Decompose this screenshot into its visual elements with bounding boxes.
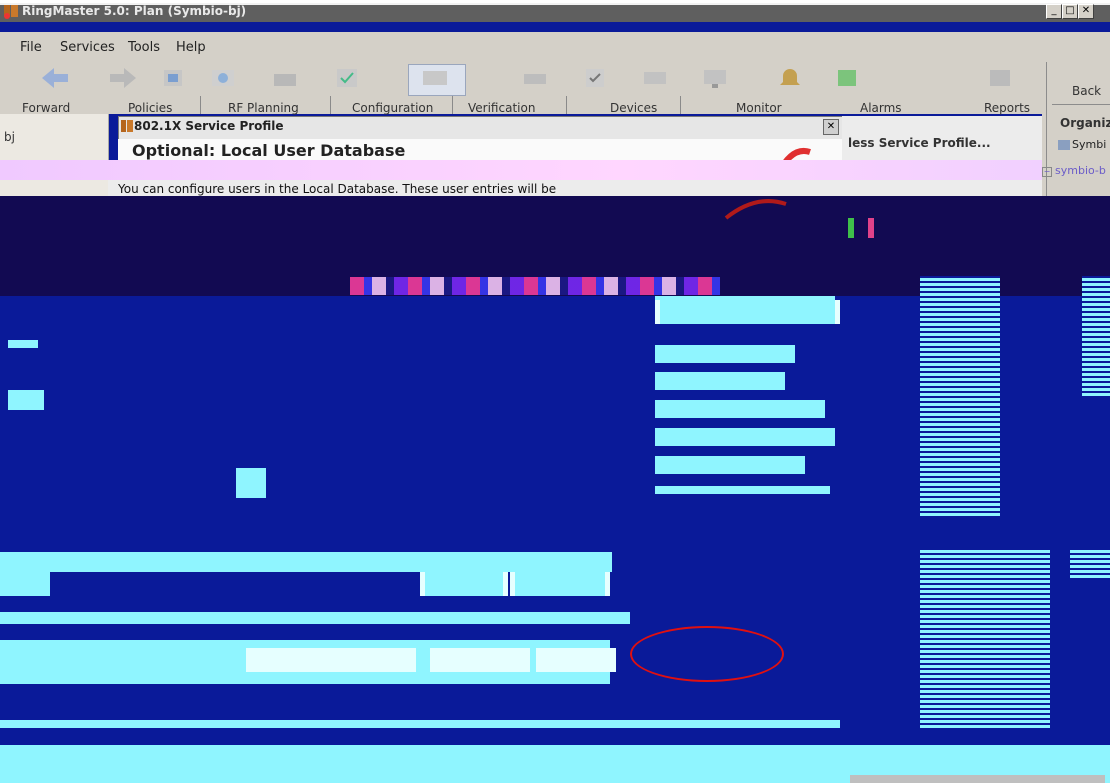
reports-icon[interactable] [985,66,1015,90]
corrupted-tree [1070,548,1110,578]
panel-divider [1052,104,1110,105]
devices-icon[interactable] [520,66,550,90]
back-button[interactable]: Back [1072,84,1101,98]
corrupted-tree [1082,276,1110,396]
corrupted-button[interactable] [536,648,616,672]
tree-root-symbio[interactable]: Symbi [1058,138,1106,151]
toolbar-verification-label[interactable]: Verification [468,101,535,115]
toolbar-separator [200,96,201,114]
glitch-artifact [848,218,854,238]
corrupted-row [655,456,805,474]
map-icon[interactable] [420,66,450,90]
toolbar-alarms-label[interactable]: Alarms [860,101,902,115]
dialog-heading: Optional: Local User Database [132,141,406,160]
maximize-button[interactable]: □ [1062,4,1078,19]
toolbar-monitor-label[interactable]: Monitor [736,101,782,115]
annotation-ellipse [630,626,784,682]
status-progress [850,775,1105,783]
tree-child-label: symbio-b [1055,164,1106,177]
menu-help[interactable]: Help [176,40,206,55]
corrupted-field[interactable] [655,300,840,324]
forward-arrow-icon[interactable] [108,66,138,90]
menu-services[interactable]: Services [60,40,115,55]
corrupted-strip [0,160,1042,180]
glitch-artifact-row [350,277,720,295]
toolbar-configuration-label[interactable]: Configuration [352,101,433,115]
policies-icon[interactable] [158,66,188,90]
toolbar-separator [452,96,453,114]
corrupted-row [655,428,835,446]
glitch-artifact [868,218,874,238]
alarms-icon[interactable] [832,66,862,90]
corrupted-button[interactable] [420,572,508,596]
alarm-bell-icon[interactable] [775,66,805,90]
toolbar-rf-planning-label[interactable]: RF Planning [228,101,299,115]
minimize-button[interactable]: _ [1046,4,1062,19]
toolbar-separator [680,96,681,114]
corrupted-button[interactable] [246,648,416,672]
organization-heading: Organiz [1060,116,1110,130]
rf-planning-icon[interactable] [208,66,238,90]
toolbar-separator [330,96,331,114]
red-swoosh-artifact [720,192,810,222]
corrupted-row [0,612,630,624]
dialog-title: 802.1X Service Profile [134,119,284,133]
corrupted-button[interactable] [430,648,530,672]
menu-bar [0,32,1110,62]
ringmaster-app-icon [3,3,19,19]
corrupted-row [8,340,38,348]
toolbar-devices-label[interactable]: Devices [610,101,657,115]
corrupted-row [0,552,612,572]
toolbar-forward-label[interactable]: Forward [22,101,70,115]
window-title: RingMaster 5.0: Plan (Symbio-bj) [22,4,247,18]
corrupted-tree [920,276,1000,516]
tree-child-symbio-b[interactable]: − symbio-b [1042,164,1106,177]
back-arrow-icon[interactable] [40,66,70,90]
corrupted-row [8,390,44,410]
left-navigation: bj [0,114,109,196]
menu-tools[interactable]: Tools [128,40,160,55]
configuration-icon[interactable] [270,66,300,90]
dialog-close-button[interactable]: ✕ [823,119,839,135]
building-icon [1058,140,1070,150]
corrupted-row [655,345,795,363]
menu-file[interactable]: File [20,40,42,55]
corrupted-row [655,372,785,390]
dialog-description: You can configure users in the Local Dat… [118,182,557,196]
corrupted-row [0,572,50,596]
nav-item-1[interactable]: bj [4,130,15,144]
collapse-toggle-icon[interactable]: − [1042,167,1052,177]
close-window-button[interactable]: ✕ [1078,4,1094,19]
tree-root-label: Symbi [1072,138,1107,151]
verification-icon[interactable] [332,66,362,90]
wireless-service-profile-link[interactable]: less Service Profile... [848,136,991,150]
monitor-icon[interactable] [700,66,730,90]
toolbar-policies-label[interactable]: Policies [128,101,172,115]
corrupted-row [655,486,830,494]
corrupted-button[interactable] [510,572,610,596]
toolbar-separator [566,96,567,114]
corrupted-row [655,400,825,418]
toolbar-reports-label[interactable]: Reports [984,101,1030,115]
dialog-app-icon [120,118,134,134]
checklist-icon[interactable] [580,66,610,90]
corrupted-row [0,720,840,728]
device-box-icon[interactable] [640,66,670,90]
corrupted-row [236,468,266,498]
corrupted-tree [920,548,1050,728]
